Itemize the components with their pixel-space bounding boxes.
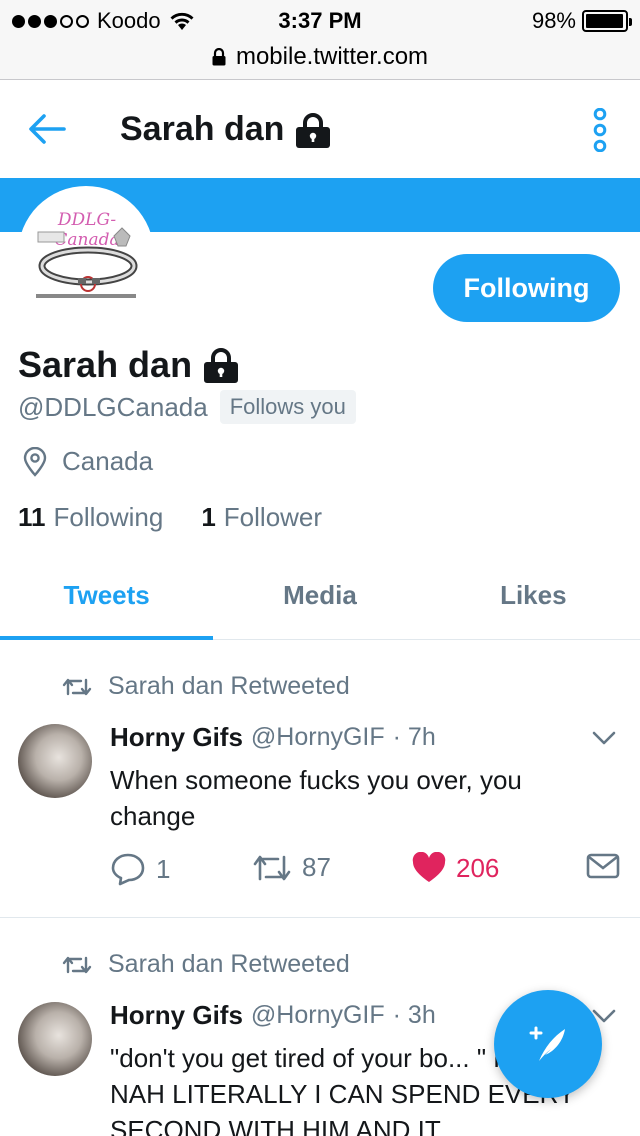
lock-icon: [212, 48, 226, 66]
retweet-icon: [62, 956, 92, 973]
retweet-count: 87: [302, 852, 331, 882]
tweet-author-handle[interactable]: @HornyGIF: [251, 1001, 385, 1030]
url-text: mobile.twitter.com: [235, 43, 429, 70]
tweet-item[interactable]: Sarah dan Retweeted Horny Gifs @HornyGIF…: [0, 640, 640, 918]
profile-tabs: Tweets Media Likes: [0, 560, 640, 640]
handle-row: @DDLGCanada Follows you: [18, 390, 356, 424]
reply-count: 1: [156, 853, 171, 884]
following-count: 11: [18, 502, 46, 532]
profile-handle: @DDLGCanada: [18, 391, 208, 422]
status-right: 98%: [531, 8, 632, 34]
reply-icon: [111, 853, 145, 886]
following-button[interactable]: Following: [433, 254, 620, 322]
tweet-time: · 3h: [392, 1001, 436, 1029]
profile-avatar[interactable]: DDLG-Canada: [18, 186, 154, 322]
tweet-actions: 1 87 206: [110, 852, 620, 892]
tweet-time: · 7h: [392, 723, 436, 751]
followers-count: 1: [201, 502, 216, 532]
retweet-text: Sarah dan Retweeted: [108, 950, 350, 978]
follows-you-badge: Follows you: [219, 390, 356, 424]
url-bar[interactable]: mobile.twitter.com: [0, 40, 640, 74]
location: Canada: [22, 446, 153, 477]
retweet-icon: [253, 855, 291, 880]
tweet-text: When someone fucks you over, you change: [110, 765, 522, 831]
location-pin-icon: [23, 446, 47, 477]
followers-stat[interactable]: 1 Follower: [201, 502, 322, 533]
tweet-author-handle[interactable]: @HornyGIF: [251, 723, 385, 752]
nav-title: Sarah dan: [120, 110, 332, 149]
back-arrow-icon[interactable]: [26, 108, 68, 150]
avatar-image: DDLG-Canada: [26, 194, 146, 314]
compose-feather-icon: [529, 1026, 565, 1061]
browser-chrome: Koodo 3:37 PM 98% mobile.twitter.com: [0, 0, 640, 80]
nav-title-text: Sarah dan: [120, 110, 285, 148]
followers-label: Follower: [223, 502, 323, 532]
top-nav: Sarah dan: [0, 80, 640, 178]
tab-likes[interactable]: Likes: [427, 560, 640, 639]
tweet-header: Horny Gifs @HornyGIF · 3h: [110, 1000, 436, 1031]
battery-percent: 98%: [531, 8, 576, 33]
tweet-author-name[interactable]: Horny Gifs: [110, 722, 243, 753]
tweet-author-avatar[interactable]: [18, 1002, 92, 1076]
like-button[interactable]: 206: [412, 852, 499, 884]
following-stat[interactable]: 11 Following: [18, 502, 163, 533]
like-count: 206: [456, 852, 500, 883]
retweet-text: Sarah dan Retweeted: [108, 672, 350, 700]
direct-message-button[interactable]: [586, 852, 620, 880]
protected-lock-icon: [204, 348, 239, 383]
chevron-down-icon[interactable]: [592, 728, 616, 748]
tweet-author-avatar[interactable]: [18, 724, 92, 798]
tweet-header: Horny Gifs @HornyGIF · 7h: [110, 722, 436, 753]
retweet-icon: [62, 678, 92, 695]
profile-name-text: Sarah dan: [18, 344, 193, 385]
status-bar: Koodo 3:37 PM 98%: [0, 0, 640, 40]
battery-fill: [586, 14, 624, 28]
retweet-context: Sarah dan Retweeted: [62, 672, 350, 701]
battery-icon: [582, 10, 632, 32]
retweet-button[interactable]: 87: [252, 852, 331, 883]
heart-icon: [412, 852, 446, 882]
reply-button[interactable]: 1: [110, 852, 170, 886]
profile-stats: 11 Following 1 Follower: [18, 502, 322, 533]
tab-media[interactable]: Media: [213, 560, 426, 639]
tweet-author-name[interactable]: Horny Gifs: [110, 1000, 243, 1031]
retweet-context: Sarah dan Retweeted: [62, 950, 350, 979]
profile-name: Sarah dan: [18, 344, 240, 386]
more-options-icon[interactable]: [590, 108, 610, 152]
compose-tweet-button[interactable]: [494, 990, 602, 1098]
location-text: Canada: [62, 446, 154, 476]
collar-graphic-icon: [36, 227, 138, 298]
protected-lock-icon: [296, 112, 331, 148]
tab-tweets[interactable]: Tweets: [0, 560, 214, 640]
envelope-icon: [586, 853, 620, 879]
following-label: Following: [53, 502, 164, 532]
